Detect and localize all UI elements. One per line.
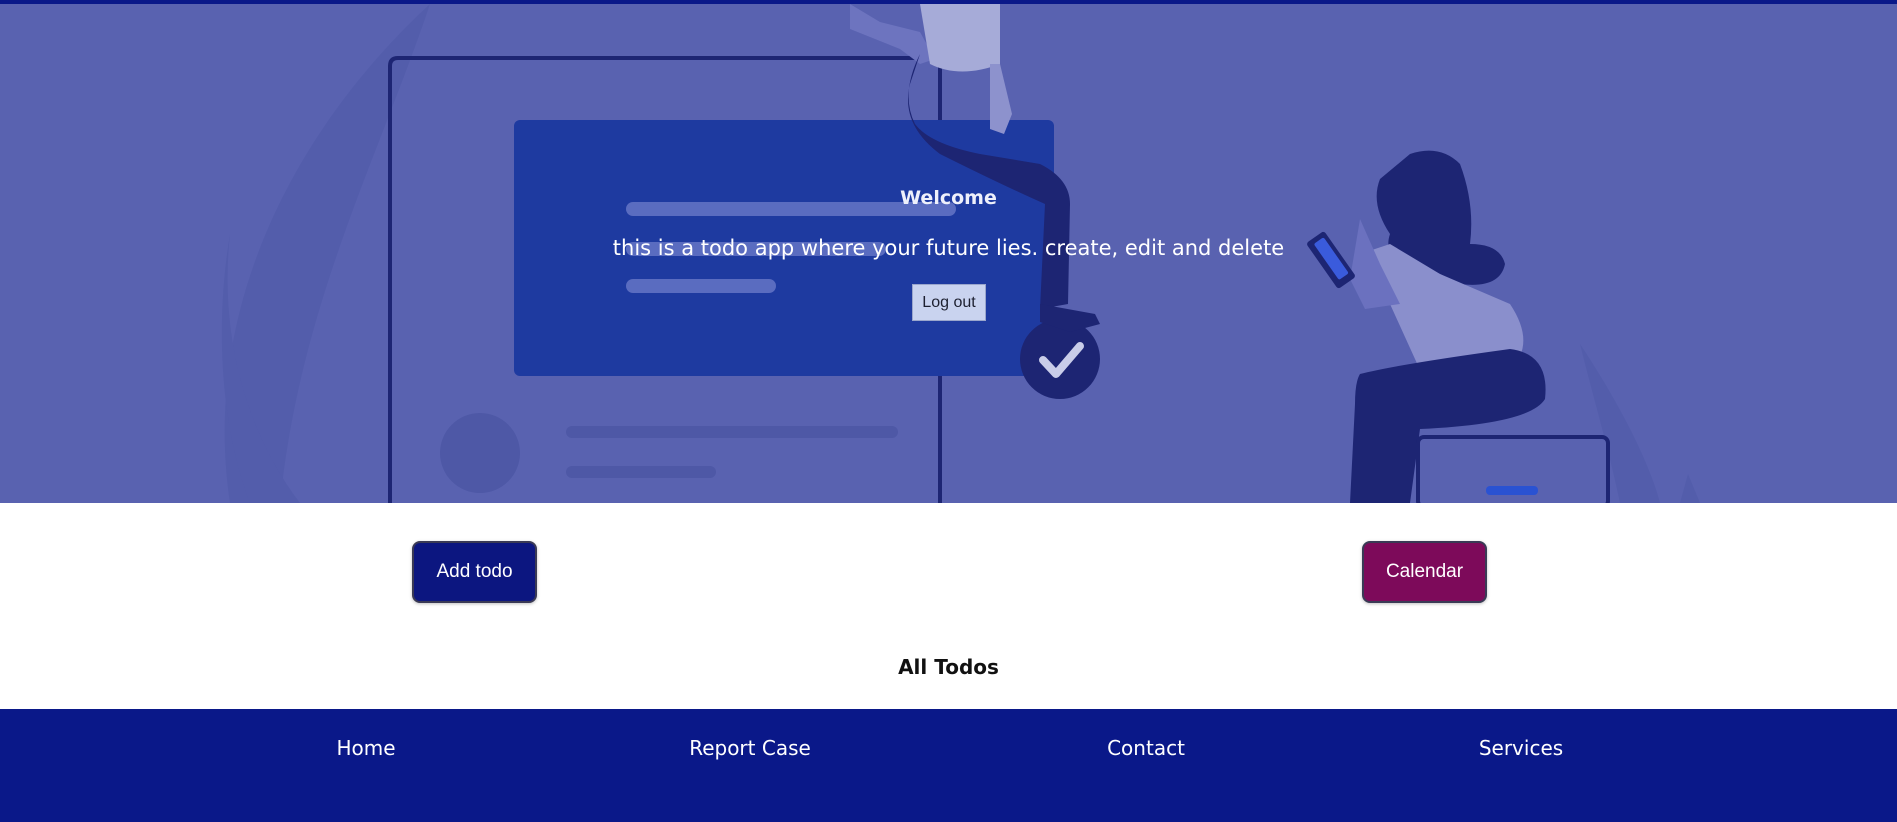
footer-link-home[interactable]: Home	[336, 736, 395, 760]
add-todo-button[interactable]: Add todo	[412, 541, 537, 603]
footer-link-contact[interactable]: Contact	[1107, 736, 1185, 760]
logout-button[interactable]: Log out	[912, 284, 986, 321]
calendar-button[interactable]: Calendar	[1362, 541, 1487, 603]
footer-link-services[interactable]: Services	[1479, 736, 1563, 760]
hero-content: Welcome this is a todo app where your fu…	[0, 4, 1897, 503]
welcome-title: Welcome	[900, 187, 997, 209]
hero-banner: Welcome this is a todo app where your fu…	[0, 4, 1897, 503]
footer-nav: Home Report Case Contact Services	[0, 709, 1897, 822]
footer-link-report-case[interactable]: Report Case	[689, 736, 811, 760]
all-todos-heading: All Todos	[898, 655, 999, 679]
welcome-subtitle: this is a todo app where your future lie…	[612, 236, 1285, 260]
